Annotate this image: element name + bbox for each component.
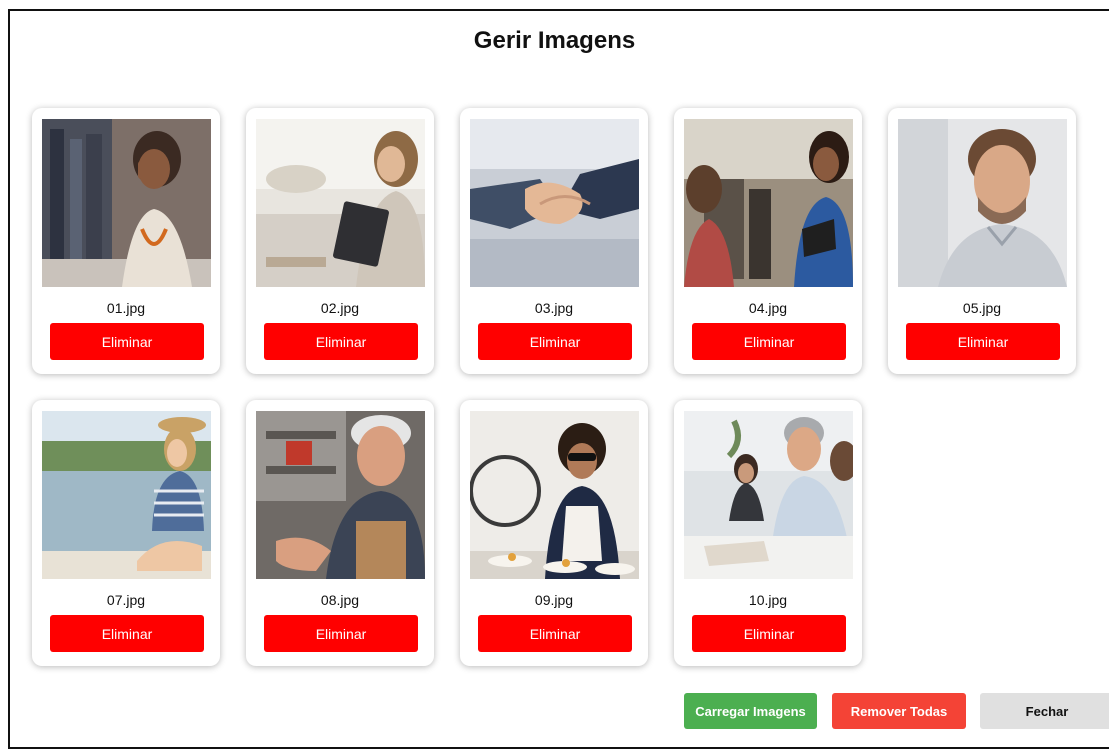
image-thumbnail	[470, 119, 639, 287]
image-thumbnail	[684, 411, 853, 579]
dialog-title: Gerir Imagens	[473, 27, 636, 54]
image-filename: 07.jpg	[106, 592, 146, 608]
close-button[interactable]: Fechar	[980, 693, 1109, 729]
image-thumbnail	[256, 411, 425, 579]
delete-image-button[interactable]: Eliminar	[906, 323, 1060, 360]
image-card: 05.jpg Eliminar	[888, 108, 1076, 374]
image-filename: 02.jpg	[320, 300, 360, 316]
image-filename: 05.jpg	[962, 300, 1002, 316]
image-thumbnail	[42, 411, 211, 579]
delete-image-button[interactable]: Eliminar	[478, 615, 632, 652]
delete-image-button[interactable]: Eliminar	[50, 323, 204, 360]
image-card: 01.jpg Eliminar	[32, 108, 220, 374]
image-thumbnail	[470, 411, 639, 579]
image-filename: 09.jpg	[534, 592, 574, 608]
delete-image-button[interactable]: Eliminar	[264, 615, 418, 652]
image-card: 04.jpg Eliminar	[674, 108, 862, 374]
image-card: 07.jpg Eliminar	[32, 400, 220, 666]
image-card: 03.jpg Eliminar	[460, 108, 648, 374]
image-card: 02.jpg Eliminar	[246, 108, 434, 374]
image-thumbnail	[898, 119, 1067, 287]
image-thumbnail	[256, 119, 425, 287]
image-filename: 08.jpg	[320, 592, 360, 608]
upload-images-button[interactable]: Carregar Imagens	[684, 693, 817, 729]
image-card: 10.jpg Eliminar	[674, 400, 862, 666]
image-thumbnail	[42, 119, 211, 287]
image-filename: 03.jpg	[534, 300, 574, 316]
image-card: 09.jpg Eliminar	[460, 400, 648, 666]
delete-image-button[interactable]: Eliminar	[478, 323, 632, 360]
delete-image-button[interactable]: Eliminar	[50, 615, 204, 652]
image-thumbnail	[684, 119, 853, 287]
delete-image-button[interactable]: Eliminar	[692, 323, 846, 360]
image-card: 08.jpg Eliminar	[246, 400, 434, 666]
image-filename: 04.jpg	[748, 300, 788, 316]
image-filename: 01.jpg	[106, 300, 146, 316]
image-filename: 10.jpg	[748, 592, 788, 608]
remove-all-button[interactable]: Remover Todas	[832, 693, 966, 729]
delete-image-button[interactable]: Eliminar	[264, 323, 418, 360]
delete-image-button[interactable]: Eliminar	[692, 615, 846, 652]
